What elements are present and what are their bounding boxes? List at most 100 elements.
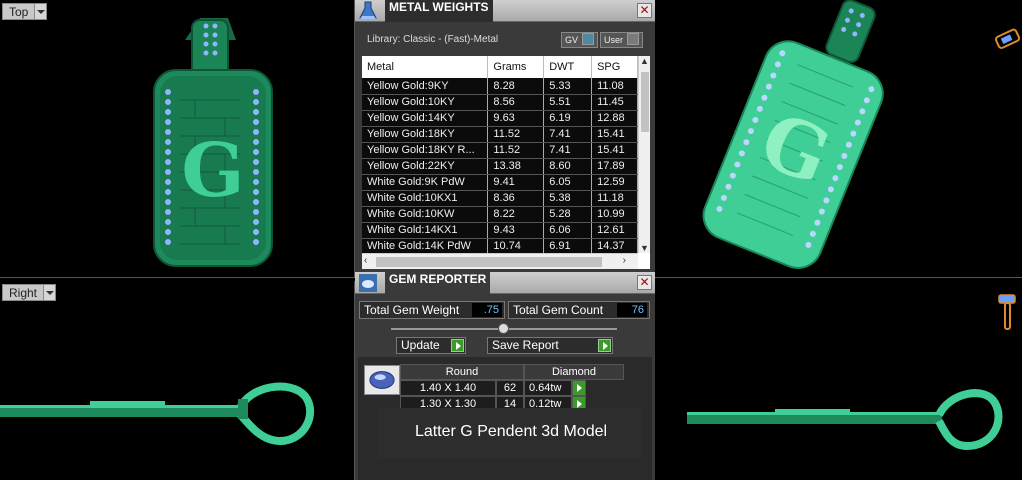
table-row[interactable]: White Gold:10KW 8.22 5.28 10.99 bbox=[362, 206, 638, 223]
column-header-grams[interactable]: Grams bbox=[487, 56, 545, 78]
view-cube-icon bbox=[994, 28, 1021, 49]
cell-metal: Yellow Gold:14KY bbox=[362, 110, 489, 127]
save-report-button-label: Save Report bbox=[492, 338, 559, 352]
column-header-metal[interactable]: Metal bbox=[362, 56, 489, 78]
column-header-dwt[interactable]: DWT bbox=[543, 56, 593, 78]
cell-grams: 8.22 bbox=[487, 206, 545, 223]
metal-table: Metal Grams DWT SPG Yellow Gold:9KY 8.28 5… bbox=[362, 56, 638, 255]
total-gem-weight: Total Gem Weight .75 bbox=[359, 301, 505, 319]
viewport-top[interactable]: G Top bbox=[0, 0, 355, 278]
cell-spg: 12.59 bbox=[591, 174, 638, 191]
cell-dwt: 7.41 bbox=[543, 142, 593, 159]
library-label: Library: Classic - (Fast)-Metal bbox=[367, 34, 499, 45]
viewport-side-2[interactable] bbox=[655, 281, 1022, 480]
table-row[interactable]: 1.40 X 1.40 62 0.64tw bbox=[400, 380, 624, 396]
metal-weights-toolbar: Library: Classic - (Fast)-Metal GV User bbox=[355, 22, 655, 56]
update-button-label: Update bbox=[401, 338, 440, 352]
viewport-right[interactable]: Right bbox=[0, 281, 355, 480]
cell-dwt: 6.19 bbox=[543, 110, 593, 127]
table-row[interactable]: White Gold:14K PdW 10.74 6.91 14.37 bbox=[362, 238, 638, 255]
user-toggle-label: User bbox=[604, 35, 624, 45]
cell-spg: 15.41 bbox=[591, 142, 638, 159]
cell-grams: 13.38 bbox=[487, 158, 545, 175]
cell-metal: White Gold:14KX1 bbox=[362, 222, 489, 239]
scroll-right-icon[interactable]: › bbox=[623, 255, 626, 266]
cell-grams: 8.56 bbox=[487, 94, 545, 111]
gem-count: 62 bbox=[496, 380, 524, 396]
gv-toggle[interactable]: GV bbox=[561, 32, 599, 48]
cell-metal: White Gold:10KW bbox=[362, 206, 489, 223]
gem-size: 1.40 X 1.40 bbox=[400, 380, 496, 396]
cell-spg: 17.89 bbox=[591, 158, 638, 175]
table-row[interactable]: Yellow Gold:18KY R... 11.52 7.41 15.41 bbox=[362, 142, 638, 159]
scrollbar-thumb[interactable] bbox=[641, 72, 649, 132]
play-arrow-icon bbox=[598, 339, 611, 352]
cell-grams: 9.43 bbox=[487, 222, 545, 239]
gem-type-header: Diamond bbox=[524, 364, 624, 380]
cell-dwt: 5.51 bbox=[543, 94, 593, 111]
cell-metal: White Gold:10KX1 bbox=[362, 190, 489, 207]
scroll-down-icon[interactable]: ▼ bbox=[640, 243, 649, 253]
cell-dwt: 6.06 bbox=[543, 222, 593, 239]
cell-grams: 8.36 bbox=[487, 190, 545, 207]
flask-icon bbox=[359, 1, 377, 19]
gem-table: Round Diamond 1.40 X 1.40 62 0.64tw 1.30… bbox=[400, 364, 624, 412]
cell-dwt: 7.41 bbox=[543, 126, 593, 143]
chevron-down-icon[interactable] bbox=[43, 285, 56, 300]
chevron-down-icon[interactable] bbox=[34, 4, 47, 19]
table-row[interactable]: Yellow Gold:10KY 8.56 5.51 11.45 bbox=[362, 94, 638, 111]
table-row[interactable]: Yellow Gold:14KY 9.63 6.19 12.88 bbox=[362, 110, 638, 127]
cell-grams: 10.74 bbox=[487, 238, 545, 255]
play-arrow-icon[interactable] bbox=[572, 380, 586, 396]
horizontal-scrollbar[interactable]: ‹ › bbox=[362, 253, 638, 269]
play-arrow-icon bbox=[451, 339, 464, 352]
viewport-top-name: Top bbox=[9, 5, 29, 19]
slider-knob[interactable] bbox=[498, 323, 509, 334]
cell-spg: 11.08 bbox=[591, 78, 638, 95]
table-row[interactable]: White Gold:14KX1 9.43 6.06 12.61 bbox=[362, 222, 638, 239]
viewport-perspective[interactable]: G bbox=[655, 0, 1022, 278]
metal-weights-titlebar[interactable]: METAL WEIGHTS ✕ bbox=[355, 0, 655, 22]
table-row[interactable]: White Gold:10KX1 8.36 5.38 11.18 bbox=[362, 190, 638, 207]
table-row[interactable]: Yellow Gold:9KY 8.28 5.33 11.08 bbox=[362, 78, 638, 95]
column-header-spg[interactable]: SPG bbox=[591, 56, 638, 78]
scroll-up-icon[interactable]: ▲ bbox=[640, 56, 649, 66]
gv-toggle-label: GV bbox=[565, 35, 579, 45]
cell-metal: Yellow Gold:18KY R... bbox=[362, 142, 489, 159]
pendant-side-render bbox=[0, 382, 314, 446]
cell-grams: 9.63 bbox=[487, 110, 545, 127]
gem-reporter-titlebar[interactable]: GEM REPORTER ✕ bbox=[355, 272, 655, 294]
pendant-letter-front: G bbox=[181, 128, 244, 214]
metal-table-container[interactable]: Metal Grams DWT SPG Yellow Gold:9KY 8.28 5… bbox=[362, 56, 650, 269]
save-report-button[interactable]: Save Report bbox=[487, 337, 613, 354]
user-toggle[interactable]: User bbox=[600, 32, 644, 48]
caption-overlay: Latter G Pendent 3d Model bbox=[379, 408, 643, 458]
viewport-top-label[interactable]: Top bbox=[2, 3, 48, 20]
gem-slider[interactable] bbox=[391, 323, 617, 334]
table-row[interactable]: White Gold:9K PdW 9.41 6.05 12.59 bbox=[362, 174, 638, 191]
scrollbar-thumb[interactable] bbox=[376, 257, 602, 267]
cell-dwt: 5.38 bbox=[543, 190, 593, 207]
cell-metal: White Gold:14K PdW bbox=[362, 238, 489, 255]
cell-grams: 8.28 bbox=[487, 78, 545, 95]
metal-weights-title: METAL WEIGHTS bbox=[385, 0, 493, 22]
cell-metal: Yellow Gold:10KY bbox=[362, 94, 489, 111]
table-header-row: Metal Grams DWT SPG bbox=[362, 56, 638, 78]
cell-spg: 12.88 bbox=[591, 110, 638, 127]
table-row[interactable]: Yellow Gold:18KY 11.52 7.41 15.41 bbox=[362, 126, 638, 143]
view-axis-icon bbox=[998, 294, 1016, 330]
gem-report-icon bbox=[359, 274, 377, 292]
cell-spg: 11.45 bbox=[591, 94, 638, 111]
close-icon[interactable]: ✕ bbox=[637, 275, 652, 290]
cell-metal: Yellow Gold:9KY bbox=[362, 78, 489, 95]
table-row[interactable]: Yellow Gold:22KY 13.38 8.60 17.89 bbox=[362, 158, 638, 175]
viewport-right-label[interactable]: Right bbox=[2, 284, 57, 301]
cell-spg: 11.18 bbox=[591, 190, 638, 207]
cell-spg: 15.41 bbox=[591, 126, 638, 143]
viewport-right-name: Right bbox=[9, 286, 38, 300]
scroll-left-icon[interactable]: ‹ bbox=[364, 255, 367, 266]
update-button[interactable]: Update bbox=[396, 337, 466, 354]
round-diamond-icon bbox=[364, 365, 400, 395]
close-icon[interactable]: ✕ bbox=[637, 3, 652, 18]
vertical-scrollbar[interactable]: ▲ ▼ bbox=[638, 56, 650, 253]
